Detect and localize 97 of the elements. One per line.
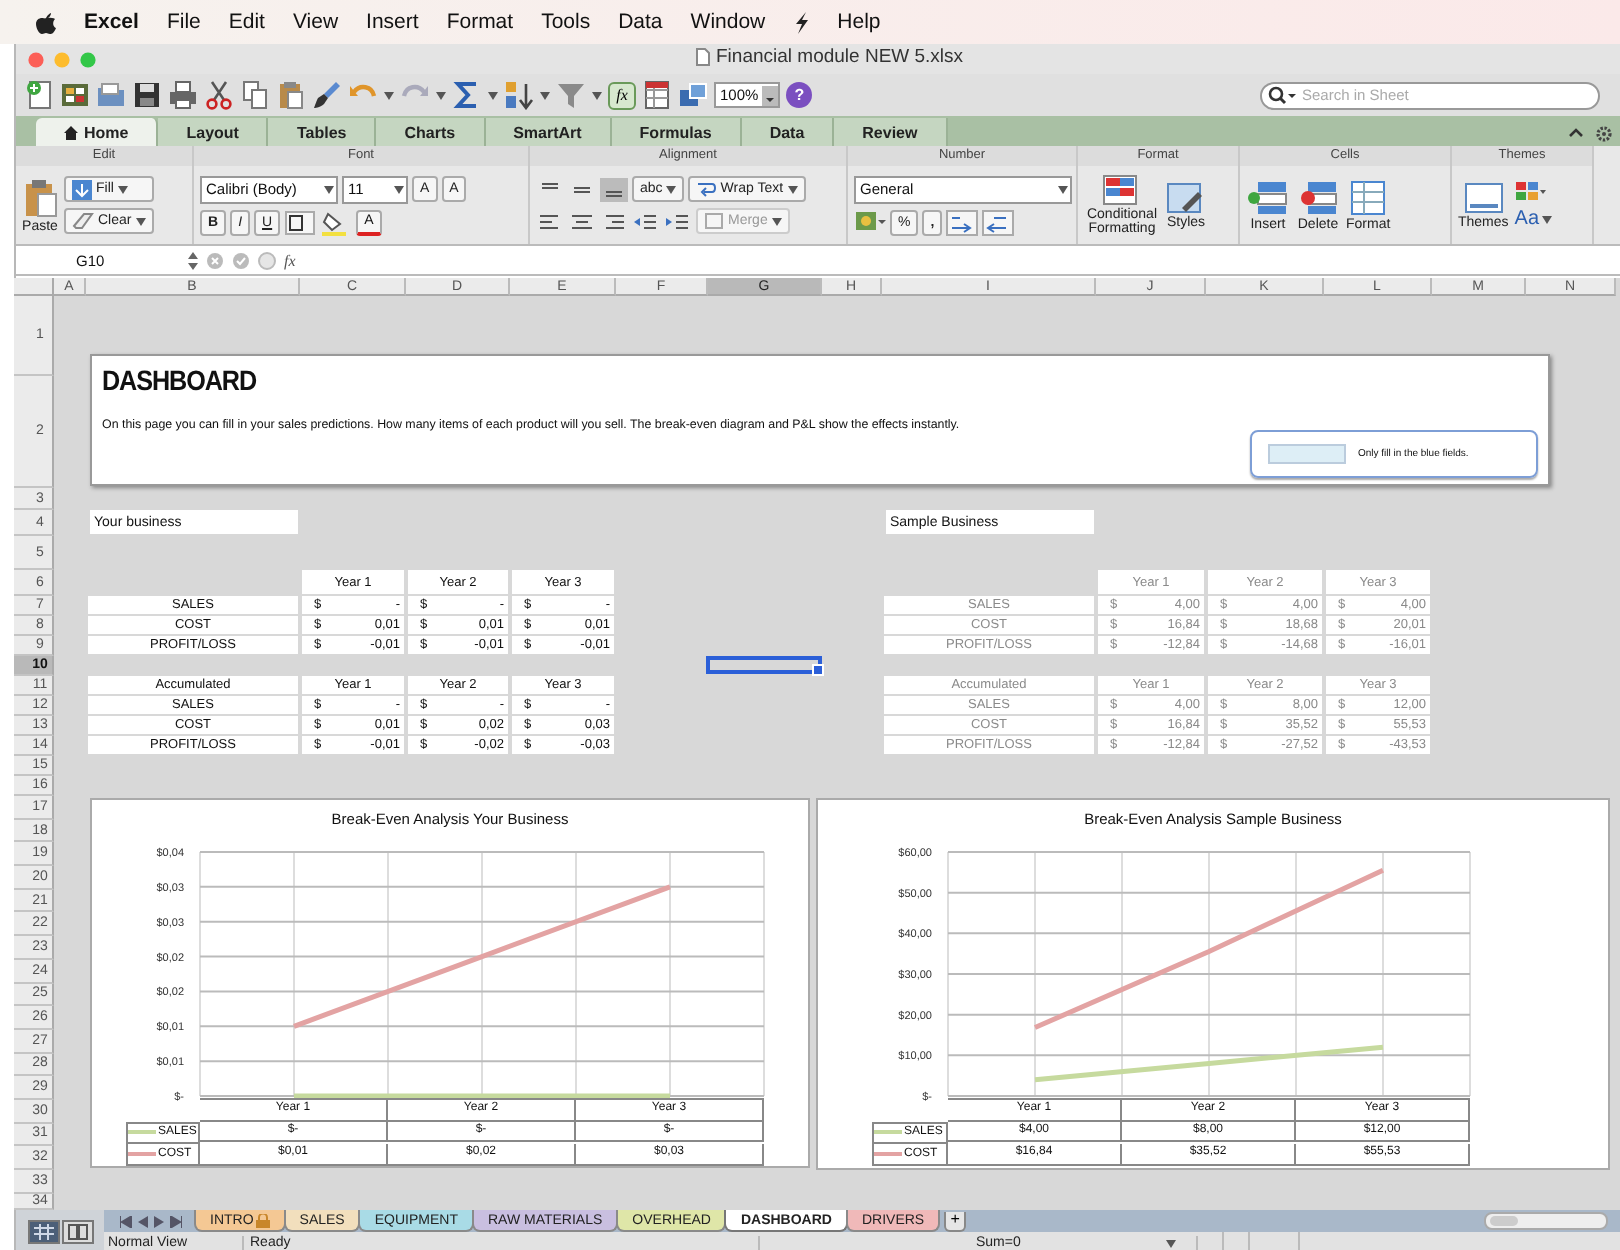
filter-icon[interactable] (556, 80, 586, 110)
next-sheet-icon[interactable] (154, 1215, 164, 1227)
ribbon-tab[interactable]: Formulas (611, 118, 742, 146)
page-layout-button[interactable] (61, 1220, 93, 1244)
document-icon (696, 48, 710, 66)
print-icon[interactable] (168, 80, 198, 110)
caret-icon[interactable] (666, 185, 677, 193)
menu-item[interactable]: View (292, 10, 339, 34)
caret-icon[interactable] (394, 185, 404, 193)
decrease-decimal-icon[interactable] (982, 209, 1015, 235)
menu-item[interactable]: Edit (228, 10, 265, 34)
insert-cells-icon[interactable] (1246, 179, 1290, 215)
copy-icon[interactable] (240, 80, 270, 110)
caret-icon[interactable] (384, 91, 394, 99)
caret-icon[interactable] (117, 185, 128, 193)
normal-view-icon (33, 1224, 53, 1240)
caret-icon[interactable] (1166, 1239, 1176, 1247)
caret-icon[interactable] (1058, 185, 1068, 193)
add-sheet-button[interactable]: + (944, 1211, 967, 1231)
legend-line-icon (128, 1149, 156, 1158)
ribbon-tab[interactable]: Charts (376, 118, 486, 146)
theme-fonts-button[interactable]: Aa (1514, 210, 1552, 230)
media-icon[interactable] (678, 80, 708, 110)
caret-icon[interactable] (787, 185, 798, 193)
save-icon[interactable] (132, 80, 162, 110)
menu-item[interactable]: Data (618, 10, 663, 34)
ribbon-tab[interactable]: SmartArt (485, 118, 612, 146)
caret-icon[interactable] (540, 91, 550, 99)
caret-icon[interactable] (324, 185, 334, 193)
conditional-formatting-icon[interactable] (1102, 174, 1142, 206)
eraser-icon[interactable] (72, 212, 94, 230)
indent-icon[interactable] (664, 209, 692, 233)
caret-icon[interactable] (488, 91, 498, 99)
theme-colors-icon[interactable] (1514, 180, 1547, 204)
menu-item[interactable]: File (166, 10, 201, 34)
border-icon[interactable] (284, 209, 317, 235)
selected-cell[interactable] (706, 656, 822, 674)
ribbon-tab[interactable]: Tables (268, 118, 377, 146)
clipboard-icon[interactable] (276, 80, 306, 110)
caret-icon[interactable] (1541, 216, 1552, 224)
stepper-icon[interactable] (762, 85, 779, 105)
themes-icon[interactable] (1463, 181, 1504, 213)
input-swatch (1268, 444, 1346, 464)
gallery-icon[interactable] (60, 80, 90, 110)
previous-sheet-icon[interactable] (138, 1215, 148, 1227)
align-right-icon[interactable] (600, 209, 628, 233)
clipboard-icon[interactable] (22, 177, 58, 217)
first-sheet-icon[interactable] (120, 1215, 132, 1227)
page-layout-icon (67, 1224, 87, 1240)
align-center-icon[interactable] (568, 209, 596, 233)
delete-cells-icon[interactable] (1296, 179, 1340, 215)
caret-icon[interactable] (436, 91, 446, 99)
last-sheet-icon[interactable] (170, 1215, 182, 1227)
increase-decimal-icon[interactable] (946, 209, 979, 235)
ribbon-tab[interactable]: Data (741, 118, 835, 146)
caret-icon[interactable] (592, 91, 602, 99)
format-cells-icon[interactable] (1346, 179, 1391, 215)
insert-function-button[interactable]: fx (284, 251, 296, 269)
caret-icon[interactable] (135, 217, 146, 225)
script-icon[interactable] (793, 11, 810, 33)
menu-item[interactable]: Format (446, 10, 514, 34)
grid-icon[interactable] (642, 80, 672, 110)
dashboard-title: DASHBOARD (102, 364, 257, 396)
formula-builder-button[interactable]: fx (608, 81, 636, 109)
apple-icon[interactable] (36, 11, 56, 33)
menu-item[interactable]: Window (690, 10, 766, 34)
sort-icon[interactable] (504, 80, 534, 110)
styles-icon[interactable] (1166, 181, 1206, 213)
collapse-icon[interactable] (1568, 126, 1584, 138)
menu-item[interactable]: Insert (366, 10, 419, 34)
home-icon (64, 125, 78, 139)
new-workbook-icon[interactable] (24, 80, 54, 110)
sum-icon[interactable] (452, 80, 482, 110)
currency-icon[interactable] (854, 210, 886, 234)
ribbon-tab[interactable]: Review (834, 118, 948, 146)
align-bottom-icon[interactable] (600, 177, 628, 201)
search-icon[interactable] (1268, 85, 1296, 105)
fill-down-icon[interactable] (72, 179, 92, 199)
brush-icon[interactable] (312, 80, 342, 110)
ribbon-tab[interactable]: Home (36, 118, 159, 146)
outdent-icon[interactable] (632, 209, 660, 233)
legend-line-icon (874, 1149, 902, 1158)
ribbon-tab[interactable]: Layout (158, 118, 269, 146)
stepper-icon[interactable] (188, 251, 198, 269)
align-left-icon[interactable] (536, 209, 564, 233)
cut-icon[interactable] (204, 80, 234, 110)
menu-item[interactable]: Tools (541, 10, 591, 34)
legend-line-icon (874, 1128, 902, 1137)
gear-icon[interactable] (1596, 126, 1612, 142)
window-title: Financial module NEW 5.xlsx (716, 46, 964, 68)
horizontal-scrollbar[interactable] (1484, 1212, 1608, 1230)
app-menu[interactable]: Excel (84, 10, 139, 34)
help-button[interactable]: ? (786, 82, 813, 108)
legend-line-icon (128, 1128, 156, 1137)
normal-view-button[interactable] (27, 1220, 59, 1244)
wrap-icon[interactable] (696, 180, 717, 198)
menu-item[interactable]: Help (837, 10, 881, 34)
